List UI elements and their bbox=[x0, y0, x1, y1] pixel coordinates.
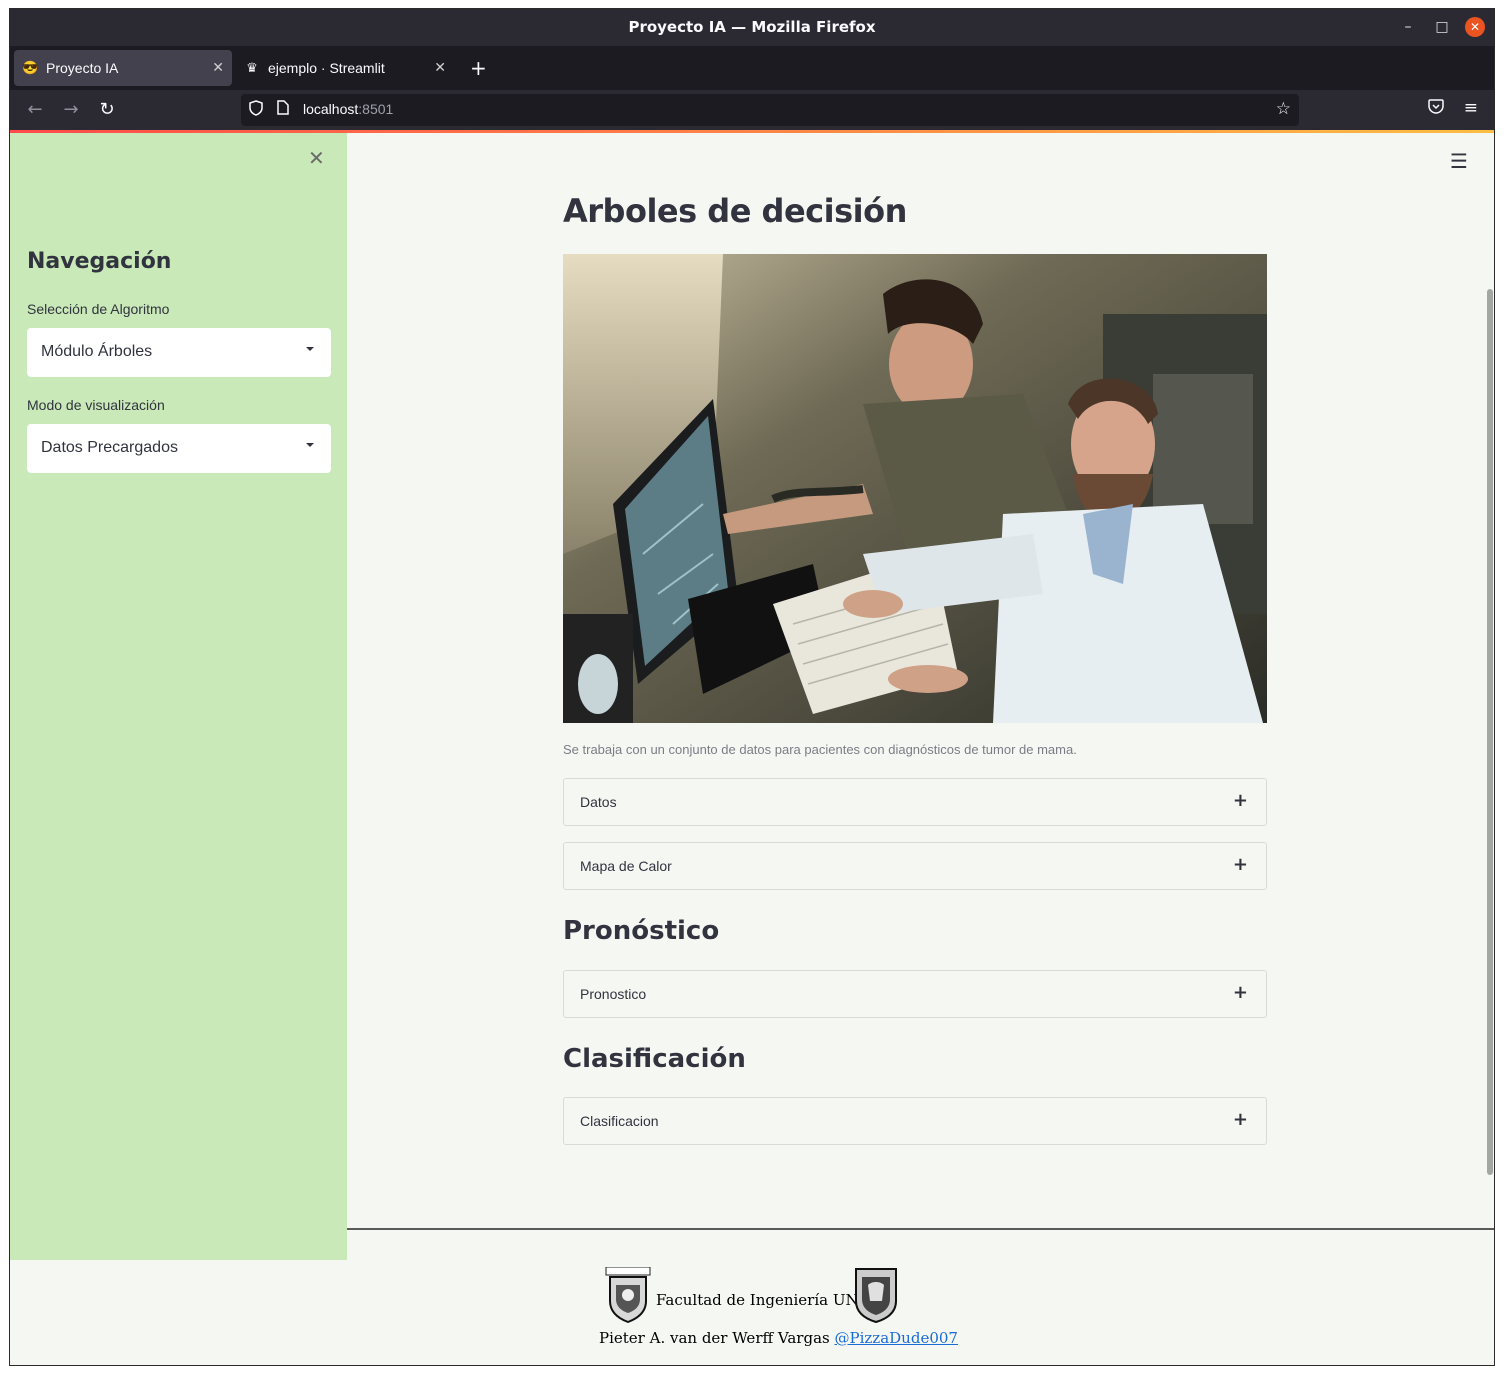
footer-divider bbox=[347, 1228, 1494, 1230]
tab-label: Proyecto IA bbox=[46, 60, 119, 76]
expander-label: Pronostico bbox=[580, 986, 647, 1002]
tab-ejemplo-streamlit[interactable]: ♛ ejemplo · Streamlit ✕ bbox=[236, 50, 454, 86]
forward-arrow-icon[interactable]: → bbox=[60, 99, 82, 121]
window-title: Proyecto IA — Mozilla Firefox bbox=[628, 18, 876, 36]
footer-author: Pieter A. van der Werff Vargas bbox=[599, 1329, 830, 1347]
url-port: :8501 bbox=[358, 101, 394, 117]
streamlit-crown-icon: ♛ bbox=[246, 60, 258, 75]
algorithm-select-label: Selección de Algoritmo bbox=[27, 301, 170, 317]
expander-label: Clasificacion bbox=[580, 1113, 659, 1129]
tab-proyecto-ia[interactable]: 😎 Proyecto IA ✕ bbox=[14, 50, 232, 86]
section-heading-pronostico: Pronóstico bbox=[563, 916, 720, 946]
footer-credits: Pieter A. van der Werff Vargas @PizzaDud… bbox=[599, 1329, 958, 1347]
shield-icon[interactable] bbox=[249, 100, 263, 120]
author-handle-link[interactable]: @PizzaDude007 bbox=[835, 1329, 958, 1347]
ingenieria-seal-logo bbox=[604, 1266, 652, 1324]
close-tab-icon[interactable]: ✕ bbox=[434, 59, 446, 76]
sunglasses-emoji-icon: 😎 bbox=[22, 60, 39, 75]
expander-label: Datos bbox=[580, 794, 617, 810]
maximize-button[interactable]: □ bbox=[1432, 17, 1452, 37]
tab-label: ejemplo · Streamlit bbox=[268, 60, 385, 76]
streamlit-menu-icon[interactable]: ☰ bbox=[1450, 149, 1468, 173]
expander-label: Mapa de Calor bbox=[580, 858, 672, 874]
browser-window: Proyecto IA — Mozilla Firefox – □ ✕ 😎 Pr… bbox=[9, 8, 1495, 1366]
expander-pronostico[interactable]: Pronostico + bbox=[563, 970, 1267, 1018]
page-title: Arboles de decisión bbox=[563, 192, 907, 230]
plus-icon: + bbox=[1232, 1109, 1248, 1130]
page-icon bbox=[277, 100, 289, 119]
url-text[interactable]: localhost:8501 bbox=[303, 101, 393, 117]
algorithm-select[interactable]: Módulo Árboles bbox=[27, 328, 331, 377]
mode-select-label: Modo de visualización bbox=[27, 397, 165, 413]
mode-select[interactable]: Datos Precargados bbox=[27, 424, 331, 473]
plus-icon: + bbox=[1232, 854, 1248, 875]
expander-datos[interactable]: Datos + bbox=[563, 778, 1267, 826]
mode-select-value: Datos Precargados bbox=[41, 439, 178, 456]
plus-icon: + bbox=[1232, 982, 1248, 1003]
url-host: localhost bbox=[303, 101, 359, 117]
expander-clasificacion[interactable]: Clasificacion + bbox=[563, 1097, 1267, 1145]
title-bar: Proyecto IA — Mozilla Firefox – □ ✕ bbox=[10, 9, 1494, 46]
chevron-down-icon bbox=[306, 443, 314, 447]
plus-icon: + bbox=[1232, 790, 1248, 811]
bookmark-star-icon[interactable]: ☆ bbox=[1276, 99, 1291, 119]
footer-organization: Facultad de Ingeniería UNAM bbox=[656, 1291, 885, 1309]
algorithm-select-value: Módulo Árboles bbox=[41, 343, 153, 360]
navigation-bar: ← → ↻ localhost:8501 ☆ ≡ bbox=[10, 90, 1494, 130]
close-tab-icon[interactable]: ✕ bbox=[212, 59, 224, 76]
pocket-icon[interactable] bbox=[1428, 99, 1444, 118]
sidebar: ✕ Navegación Selección de Algoritmo Módu… bbox=[10, 133, 347, 1260]
vertical-scrollbar[interactable] bbox=[1487, 289, 1493, 1175]
reload-icon[interactable]: ↻ bbox=[96, 99, 118, 121]
app-menu-icon[interactable]: ≡ bbox=[1464, 98, 1478, 118]
hero-image-doctors-at-monitor bbox=[563, 254, 1267, 723]
sidebar-heading: Navegación bbox=[27, 249, 172, 274]
footer: Facultad de Ingeniería UNAM Pieter A. va… bbox=[347, 1231, 1494, 1365]
minimize-button[interactable]: – bbox=[1398, 17, 1418, 37]
close-window-button[interactable]: ✕ bbox=[1465, 17, 1485, 37]
chevron-down-icon bbox=[306, 347, 314, 351]
section-heading-clasificacion: Clasificación bbox=[563, 1044, 746, 1074]
dataset-caption: Se trabaja con un conjunto de datos para… bbox=[563, 742, 1077, 757]
back-arrow-icon[interactable]: ← bbox=[24, 99, 46, 121]
tab-bar: 😎 Proyecto IA ✕ ♛ ejemplo · Streamlit ✕ … bbox=[10, 46, 1494, 90]
close-sidebar-icon[interactable]: ✕ bbox=[308, 146, 325, 170]
expander-mapa-de-calor[interactable]: Mapa de Calor + bbox=[563, 842, 1267, 890]
new-tab-button[interactable]: + bbox=[470, 58, 487, 78]
url-bar[interactable]: localhost:8501 ☆ bbox=[241, 94, 1299, 126]
unam-seal-logo bbox=[852, 1267, 900, 1324]
